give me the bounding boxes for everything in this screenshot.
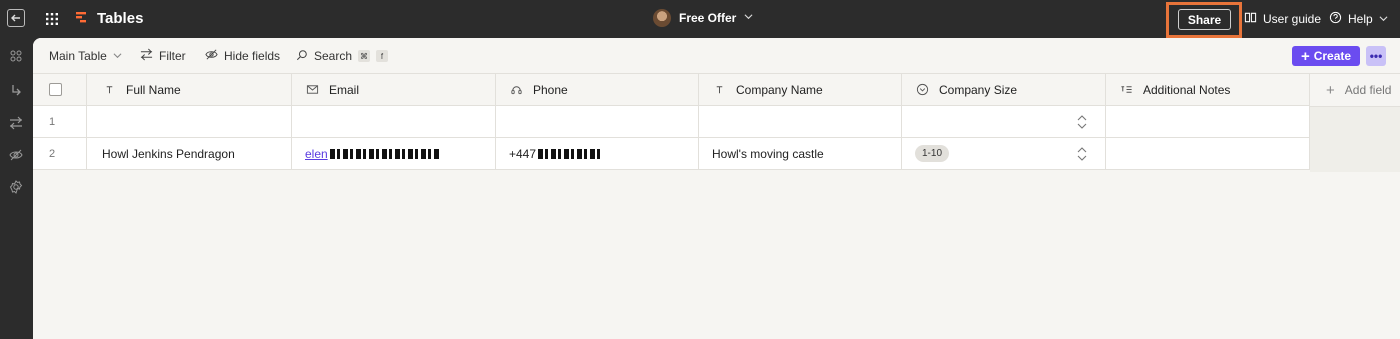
column-label: Additional Notes xyxy=(1143,82,1231,97)
cell-company-name[interactable]: Howl's moving castle xyxy=(699,138,902,169)
filter-button[interactable]: Filter xyxy=(140,48,186,64)
cell-company-size[interactable] xyxy=(902,106,1106,137)
shortcut-key-f: f xyxy=(376,50,389,62)
brand[interactable]: Tables xyxy=(73,9,143,28)
chevron-down-icon xyxy=(744,12,753,24)
shortcut-key-cmd: ⌘ xyxy=(358,50,371,62)
column-label: Phone xyxy=(533,82,568,97)
cell-phone[interactable] xyxy=(496,106,699,137)
email-icon xyxy=(305,83,319,97)
column-header-company-size[interactable]: Company Size xyxy=(902,74,1106,105)
column-label: Email xyxy=(329,82,360,97)
plus-icon: + xyxy=(1326,81,1335,99)
content-panel: Main Table Filter Hide fields Search ⌘ f xyxy=(33,38,1400,339)
cell-full-name[interactable]: Howl Jenkins Pendragon xyxy=(87,138,292,169)
user-guide-label: User guide xyxy=(1263,12,1322,26)
apps-icon[interactable] xyxy=(6,46,26,66)
cell-full-name[interactable] xyxy=(87,106,292,137)
chevron-down-icon xyxy=(113,49,122,63)
search-icon xyxy=(296,49,308,64)
chevron-down-icon xyxy=(1379,12,1388,26)
cell-company-name[interactable] xyxy=(699,106,902,137)
column-header-email[interactable]: Email xyxy=(292,74,496,105)
help-circle-icon xyxy=(1329,11,1342,27)
avatar xyxy=(653,9,671,27)
hide-fields-label: Hide fields xyxy=(224,49,281,63)
text-type-icon xyxy=(102,83,116,97)
cell-additional-notes[interactable] xyxy=(1106,106,1310,137)
column-header-company-name[interactable]: Company Name xyxy=(699,74,902,105)
create-button[interactable]: + Create xyxy=(1292,46,1360,66)
phone-icon xyxy=(509,83,523,97)
top-bar: Tables Free Offer Share User guide Help xyxy=(33,0,1400,38)
column-label: Full Name xyxy=(126,82,181,97)
dropdown-type-icon xyxy=(915,83,929,97)
zap-icon[interactable] xyxy=(6,80,26,100)
add-field-column-area xyxy=(1310,107,1400,172)
table-row[interactable]: 1 xyxy=(33,106,1310,138)
left-rail xyxy=(0,0,33,339)
select-stepper-icon[interactable] xyxy=(1075,114,1089,130)
column-label: Company Size xyxy=(939,82,1018,97)
plus-icon: + xyxy=(1300,47,1310,65)
hide-fields-button[interactable]: Hide fields xyxy=(205,48,280,64)
back-arrow-icon[interactable] xyxy=(7,9,25,27)
cell-email[interactable] xyxy=(292,106,496,137)
more-options-button[interactable]: ••• xyxy=(1366,46,1386,66)
company-size-pill: 1-10 xyxy=(915,145,950,162)
page-title: Free Offer xyxy=(679,11,737,25)
view-label: Main Table xyxy=(49,49,107,63)
cell-phone[interactable]: +447 xyxy=(496,138,699,169)
search-button[interactable]: Search ⌘ f xyxy=(296,48,389,64)
help-label: Help xyxy=(1348,12,1373,26)
hidden-eye-icon xyxy=(205,48,218,64)
tables-logo-icon xyxy=(73,9,89,28)
cell-additional-notes[interactable] xyxy=(1106,138,1310,169)
table-title-dropdown[interactable]: Free Offer xyxy=(653,9,753,27)
hidden-eye-icon[interactable] xyxy=(6,145,26,165)
share-button[interactable]: Share xyxy=(1178,9,1231,30)
add-field-label: Add field xyxy=(1344,83,1392,97)
redacted-text xyxy=(329,148,440,159)
add-field-button[interactable]: + Add field xyxy=(1310,73,1400,107)
column-label: Company Name xyxy=(736,82,823,97)
view-selector[interactable]: Main Table xyxy=(49,48,122,64)
cell-company-size[interactable]: 1-10 xyxy=(902,138,1106,169)
column-header-full-name[interactable]: Full Name xyxy=(87,74,292,105)
app-grid-icon[interactable] xyxy=(43,10,61,28)
cell-email[interactable]: elen xyxy=(292,138,496,169)
search-label: Search xyxy=(314,49,353,63)
view-toolbar: Main Table Filter Hide fields Search ⌘ f xyxy=(33,38,1400,73)
table-row[interactable]: 2 Howl Jenkins Pendragon elen +447 Howl'… xyxy=(33,138,1310,170)
column-header-phone[interactable]: Phone xyxy=(496,74,699,105)
filter-icon xyxy=(140,48,153,64)
brand-name: Tables xyxy=(97,10,144,27)
user-guide-link[interactable]: User guide xyxy=(1244,11,1321,27)
redacted-text xyxy=(538,148,603,159)
filter-label: Filter xyxy=(159,49,186,63)
data-table: Full Name Email Phone Company Name Compa… xyxy=(33,73,1310,170)
settings-gear-icon[interactable] xyxy=(6,177,26,197)
create-label: Create xyxy=(1313,49,1352,63)
help-menu[interactable]: Help xyxy=(1329,11,1388,27)
text-type-icon xyxy=(712,83,726,97)
select-all-cell xyxy=(33,74,87,105)
column-header-additional-notes[interactable]: Additional Notes xyxy=(1106,74,1310,105)
select-all-checkbox[interactable] xyxy=(49,83,62,96)
select-stepper-icon[interactable] xyxy=(1075,146,1089,162)
long-text-icon xyxy=(1119,83,1133,97)
phone-value: +447 xyxy=(509,146,537,161)
email-link[interactable]: elen xyxy=(305,147,328,161)
table-header-row: Full Name Email Phone Company Name Compa… xyxy=(33,73,1310,106)
row-number: 1 xyxy=(33,106,87,137)
filter-rail-icon[interactable] xyxy=(6,113,26,133)
row-number: 2 xyxy=(33,138,87,169)
book-icon xyxy=(1244,11,1257,27)
